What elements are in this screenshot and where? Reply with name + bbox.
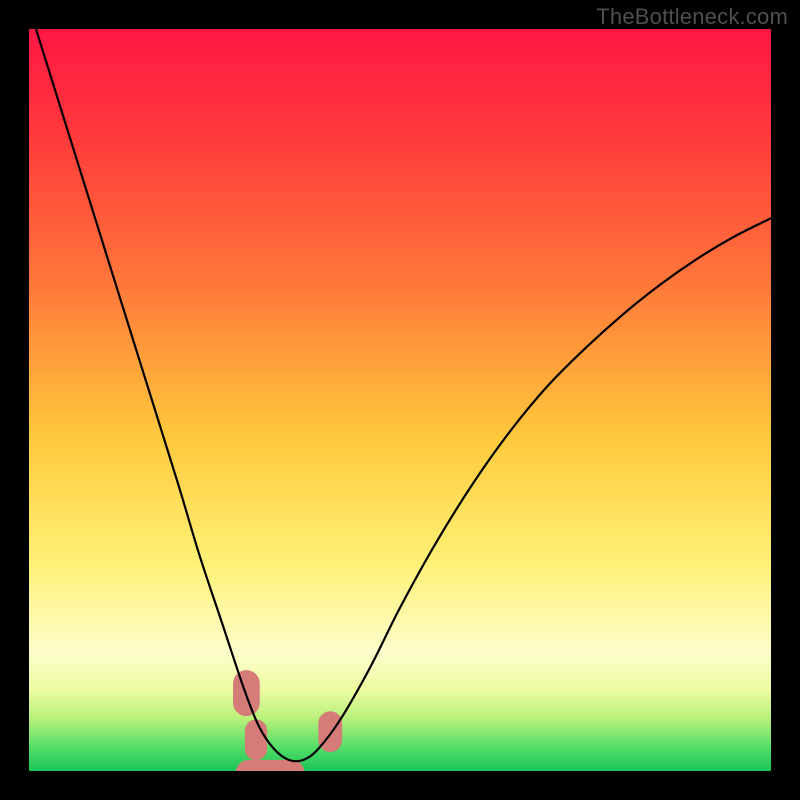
watermark-text: TheBottleneck.com [596, 4, 788, 30]
plot-area [29, 29, 771, 771]
gradient-background [29, 29, 771, 771]
chart-svg [29, 29, 771, 771]
left-marker-lower [245, 719, 267, 760]
chart-frame: TheBottleneck.com [0, 0, 800, 800]
